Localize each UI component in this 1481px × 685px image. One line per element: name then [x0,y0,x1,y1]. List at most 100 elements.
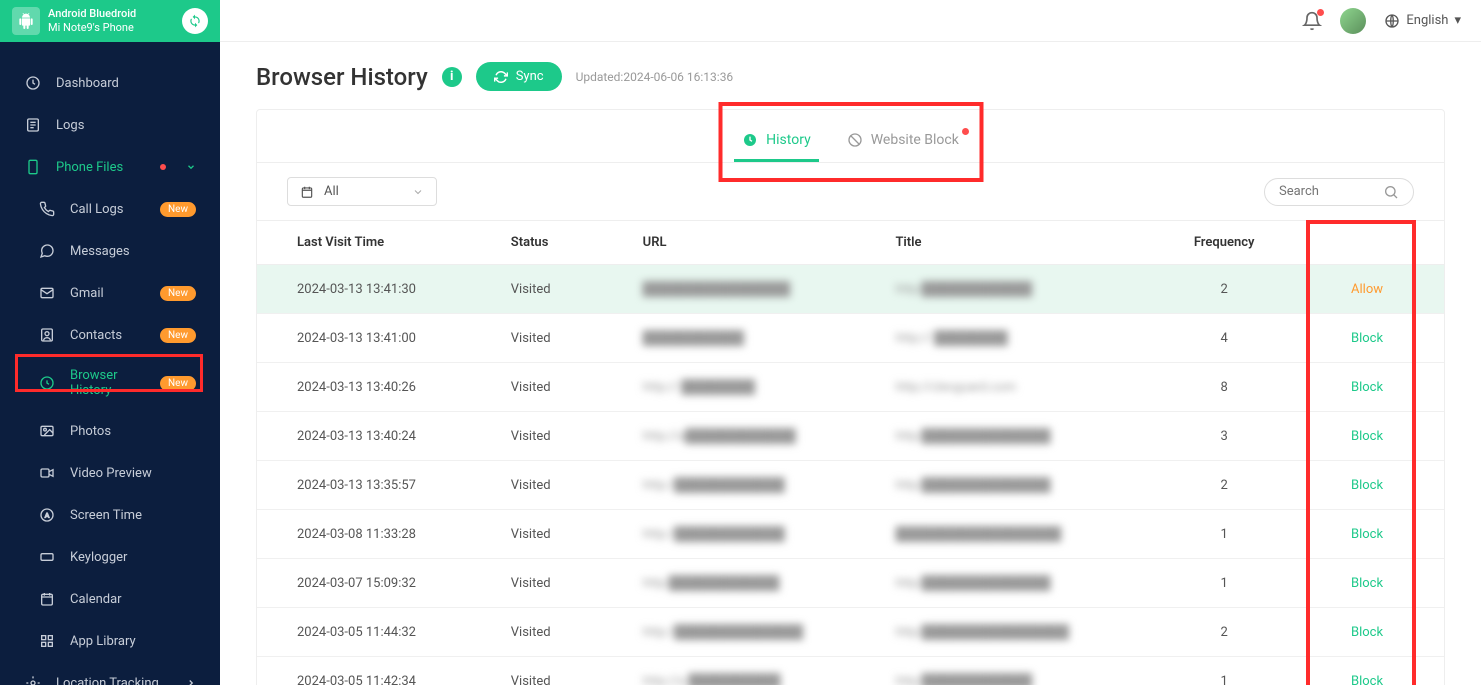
sidebar-item-screen-time[interactable]: A Screen Time [0,494,220,536]
sidebar-item-messages[interactable]: Messages [0,230,220,272]
calendar-icon [38,590,56,608]
cell-url: http:/████████████ [631,510,884,559]
th-url: URL [631,221,884,265]
cell-url: http:/██████████████ [631,608,884,657]
language-label: English [1406,13,1448,28]
avatar[interactable] [1340,8,1366,34]
search-box[interactable] [1264,178,1414,206]
cell-title: http:██████████████ [883,461,1158,510]
chevron-down-icon [186,162,196,172]
cell-frequency: 1 [1158,657,1290,685]
tab-history[interactable]: History [724,124,829,162]
sidebar-item-keylogger[interactable]: Keylogger [0,536,220,578]
table-row[interactable]: 2024-03-13 13:41:30 Visited ████████████… [257,265,1444,314]
table-row[interactable]: 2024-03-07 15:09:32 Visited http:███████… [257,559,1444,608]
cell-title: ██████████████████ [883,510,1158,559]
sidebar-item-label: Keylogger [70,550,127,565]
cell-status: Visited [499,510,631,559]
table-header-row: Last Visit Time Status URL Title Frequen… [257,221,1444,265]
sidebar-item-location-tracking[interactable]: Location Tracking [0,662,220,685]
block-icon [847,132,863,148]
chevron-down-icon [412,186,424,198]
table-row[interactable]: 2024-03-13 13:35:57 Visited http:/██████… [257,461,1444,510]
table-row[interactable]: 2024-03-13 13:40:24 Visited http://a████… [257,412,1444,461]
cell-time: 2024-03-13 13:41:30 [257,265,499,314]
notifications-icon[interactable] [1302,11,1322,31]
search-input[interactable] [1279,184,1375,199]
photos-icon [38,422,56,440]
sidebar-item-browser-history[interactable]: Browser History New [0,356,220,410]
search-icon [1383,184,1399,200]
cell-url: http:████████████ [631,559,884,608]
block-action[interactable]: Block [1351,429,1383,444]
table-row[interactable]: 2024-03-13 13:41:00 Visited ███████████ … [257,314,1444,363]
sidebar-item-app-library[interactable]: App Library [0,620,220,662]
table-row[interactable]: 2024-03-05 11:44:32 Visited http:/██████… [257,608,1444,657]
cell-frequency: 1 [1158,510,1290,559]
cell-action: Block [1290,657,1444,685]
language-selector[interactable]: English ▾ [1384,13,1461,29]
new-badge: New [160,328,196,343]
block-action[interactable]: Block [1351,331,1383,346]
sidebar-item-label: Video Preview [70,466,152,481]
cell-action: Block [1290,412,1444,461]
sidebar-item-label: Call Logs [70,202,124,217]
cell-url: http:/████████████ [631,461,884,510]
sync-device-icon[interactable] [182,8,208,34]
table-row[interactable]: 2024-03-13 13:40:26 Visited http:// ████… [257,363,1444,412]
data-card: History Website Block All [256,109,1445,685]
sidebar-item-label: Photos [70,424,111,439]
sidebar-item-label: App Library [70,634,136,649]
globe-icon [1384,13,1400,29]
refresh-icon [494,70,508,84]
sidebar-item-call-logs[interactable]: Call Logs New [0,188,220,230]
sidebar-item-dashboard[interactable]: Dashboard [0,62,220,104]
sidebar-item-logs[interactable]: Logs [0,104,220,146]
cell-title: http:████████████ [883,265,1158,314]
red-dot-icon [160,164,166,170]
sidebar-item-phone-files[interactable]: Phone Files [0,146,220,188]
caret-down-icon: ▾ [1454,13,1461,28]
history-icon [38,374,56,392]
cell-status: Visited [499,608,631,657]
cell-status: Visited [499,314,631,363]
cell-time: 2024-03-13 13:35:57 [257,461,499,510]
block-action[interactable]: Block [1351,527,1383,542]
notification-dot-icon [1317,9,1324,16]
table-row[interactable]: 2024-03-08 11:33:28 Visited http:/██████… [257,510,1444,559]
cell-action: Block [1290,608,1444,657]
contacts-icon [38,326,56,344]
th-status: Status [499,221,631,265]
device-header[interactable]: Android Bluedroid Mi Note9's Phone [0,0,220,42]
table-row[interactable]: 2024-03-05 11:42:34 Visited http://a ███… [257,657,1444,685]
cell-action: Block [1290,559,1444,608]
phone-files-icon [24,158,42,176]
block-action[interactable]: Block [1351,674,1383,685]
sidebar-item-video-preview[interactable]: Video Preview [0,452,220,494]
block-action[interactable]: Block [1351,576,1383,591]
android-icon [12,7,40,35]
updated-text: Updated:2024-06-06 16:13:36 [576,70,734,84]
chevron-right-icon [186,678,196,685]
app-library-icon [38,632,56,650]
allow-action[interactable]: Allow [1351,282,1383,297]
gmail-icon [38,284,56,302]
sync-button[interactable]: Sync [476,62,562,91]
cell-frequency: 1 [1158,559,1290,608]
info-icon[interactable]: i [442,67,462,87]
block-action[interactable]: Block [1351,380,1383,395]
block-action[interactable]: Block [1351,478,1383,493]
sidebar-item-photos[interactable]: Photos [0,410,220,452]
cell-title: http://clevguard.com [883,363,1158,412]
tab-website-block[interactable]: Website Block [829,124,977,162]
keylogger-icon [38,548,56,566]
sidebar-item-label: Phone Files [56,160,123,175]
sidebar-item-gmail[interactable]: Gmail New [0,272,220,314]
block-action[interactable]: Block [1351,625,1383,640]
date-filter-dropdown[interactable]: All [287,177,437,206]
sidebar-item-calendar[interactable]: Calendar [0,578,220,620]
cell-title: http:████████████████ [883,608,1158,657]
sidebar-item-contacts[interactable]: Contacts New [0,314,220,356]
sidebar-item-label: Calendar [70,592,122,607]
cell-status: Visited [499,559,631,608]
